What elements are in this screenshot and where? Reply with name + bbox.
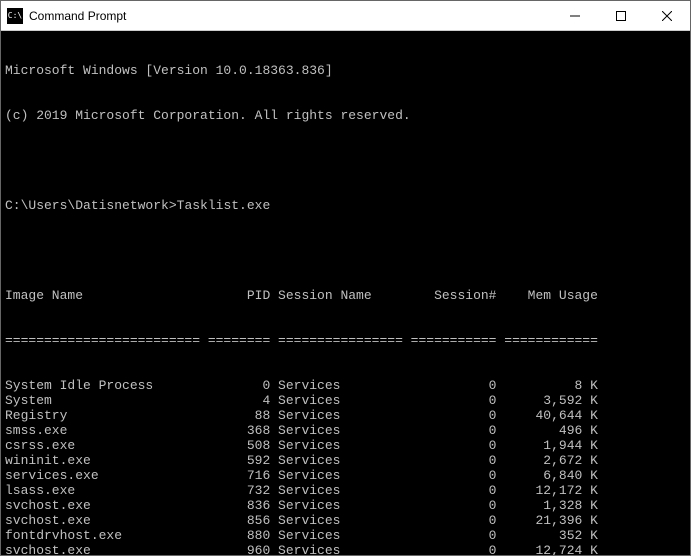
cmd-icon: C:\: [7, 8, 23, 24]
command-prompt-window: C:\ Command Prompt Microsoft Windows [Ve…: [0, 0, 691, 556]
table-row: lsass.exe 732 Services 0 12,172 K: [5, 483, 686, 498]
banner-line: Microsoft Windows [Version 10.0.18363.83…: [5, 63, 686, 78]
prompt-line: C:\Users\Datisnetwork>Tasklist.exe: [5, 198, 686, 213]
table-header: Image Name PID Session Name Session# Mem…: [5, 288, 686, 303]
close-button[interactable]: [644, 1, 690, 30]
table-row: Registry 88 Services 0 40,644 K: [5, 408, 686, 423]
table-row: services.exe 716 Services 0 6,840 K: [5, 468, 686, 483]
terminal-output[interactable]: Microsoft Windows [Version 10.0.18363.83…: [1, 31, 690, 555]
prompt-path: C:\Users\Datisnetwork>: [5, 198, 177, 213]
prompt-command: Tasklist.exe: [177, 198, 271, 213]
banner-line: (c) 2019 Microsoft Corporation. All righ…: [5, 108, 686, 123]
table-row: wininit.exe 592 Services 0 2,672 K: [5, 453, 686, 468]
blank-line: [5, 153, 686, 168]
window-controls: [552, 1, 690, 30]
table-row: svchost.exe 856 Services 0 21,396 K: [5, 513, 686, 528]
table-row: smss.exe 368 Services 0 496 K: [5, 423, 686, 438]
table-row: System Idle Process 0 Services 0 8 K: [5, 378, 686, 393]
window-title: Command Prompt: [29, 9, 552, 23]
table-row: fontdrvhost.exe 880 Services 0 352 K: [5, 528, 686, 543]
minimize-button[interactable]: [552, 1, 598, 30]
table-row: svchost.exe 836 Services 0 1,328 K: [5, 498, 686, 513]
blank-line: [5, 243, 686, 258]
titlebar: C:\ Command Prompt: [1, 1, 690, 31]
table-separator: ========================= ======== =====…: [5, 333, 686, 348]
table-row: System 4 Services 0 3,592 K: [5, 393, 686, 408]
table-row: svchost.exe 960 Services 0 12,724 K: [5, 543, 686, 555]
maximize-button[interactable]: [598, 1, 644, 30]
table-row: csrss.exe 508 Services 0 1,944 K: [5, 438, 686, 453]
